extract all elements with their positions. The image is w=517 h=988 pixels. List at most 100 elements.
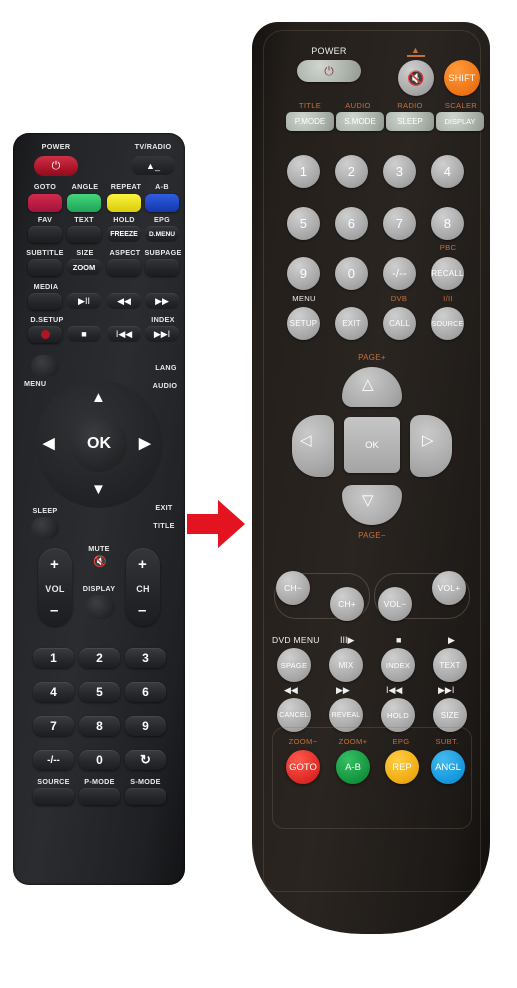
- ok-button[interactable]: OK: [71, 416, 127, 472]
- channel-up[interactable]: +: [138, 557, 147, 572]
- channel-down[interactable]: –: [138, 603, 146, 618]
- fav-button[interactable]: [28, 226, 62, 243]
- dpad-left[interactable]: [292, 415, 334, 477]
- text-button[interactable]: TEXT: [433, 648, 467, 682]
- volume-up-button[interactable]: VOL+: [432, 571, 466, 605]
- dmenu-button[interactable]: D.MENU: [145, 226, 179, 242]
- mute-icon[interactable]: 🔇: [93, 555, 107, 568]
- dpad[interactable]: OK △ ◁ ▷ ▽: [292, 367, 452, 527]
- num-4[interactable]: 4: [33, 682, 74, 702]
- index-button[interactable]: INDEX: [381, 648, 415, 682]
- fav-label: FAV: [37, 215, 53, 224]
- num-6[interactable]: 6: [335, 207, 368, 240]
- num-9[interactable]: 9: [287, 257, 320, 290]
- rewind-button[interactable]: ◀◀: [107, 293, 141, 309]
- num-5[interactable]: 5: [287, 207, 320, 240]
- num-2[interactable]: 2: [335, 155, 368, 188]
- num-6[interactable]: 6: [125, 682, 166, 702]
- color-button-blue[interactable]: [145, 194, 179, 212]
- rep-button[interactable]: REP: [385, 750, 419, 784]
- color-button-yellow[interactable]: [107, 194, 141, 212]
- source-button[interactable]: SOURCE: [431, 307, 464, 340]
- spage-button[interactable]: SPAGE: [277, 648, 311, 682]
- ab-button[interactable]: A-B: [336, 750, 370, 784]
- goto-button[interactable]: GOTO: [286, 750, 320, 784]
- next-button[interactable]: ▶▶I: [145, 326, 179, 342]
- num-1[interactable]: 1: [33, 648, 74, 668]
- smode-button[interactable]: S.MODE: [336, 112, 384, 131]
- sleep-button[interactable]: SLEEP: [386, 112, 434, 131]
- play-pause-button[interactable]: ▶II: [67, 293, 101, 309]
- aspect-button[interactable]: [107, 259, 141, 276]
- menu-button[interactable]: [31, 355, 59, 377]
- subtitle-button[interactable]: [28, 259, 62, 276]
- num-9[interactable]: 9: [125, 716, 166, 736]
- num-7[interactable]: 7: [383, 207, 416, 240]
- num-3[interactable]: 3: [383, 155, 416, 188]
- num-3[interactable]: 3: [125, 648, 166, 668]
- color-button-red[interactable]: [28, 194, 62, 212]
- mute-button[interactable]: 🔇: [398, 60, 434, 96]
- power-button[interactable]: ⏻: [297, 60, 361, 82]
- shift-button[interactable]: SHIFT: [444, 60, 480, 96]
- dpad-right[interactable]: ▶: [139, 436, 151, 451]
- record-button[interactable]: [28, 326, 62, 343]
- subpage-button[interactable]: [145, 259, 179, 276]
- pmode-button[interactable]: P.MODE: [286, 112, 334, 131]
- dpad-down[interactable]: ▼: [91, 482, 106, 497]
- fast-forward-button[interactable]: ▶▶: [145, 293, 179, 309]
- recall-button[interactable]: ↻: [125, 750, 166, 770]
- smode-button[interactable]: [125, 788, 166, 805]
- display-button[interactable]: [85, 595, 115, 619]
- num-dash[interactable]: -/--: [383, 257, 416, 290]
- call-button[interactable]: CALL: [383, 307, 416, 340]
- num-4[interactable]: 4: [431, 155, 464, 188]
- dpad-left[interactable]: ◀: [43, 436, 55, 451]
- volume-up[interactable]: +: [50, 557, 59, 572]
- angl-button[interactable]: ANGL: [431, 750, 465, 784]
- num-5[interactable]: 5: [79, 682, 120, 702]
- ok-button[interactable]: OK: [344, 417, 400, 473]
- num-8[interactable]: 8: [431, 207, 464, 240]
- media-button[interactable]: [28, 293, 62, 310]
- freeze-button[interactable]: FREEZE: [107, 226, 141, 242]
- up-arrow-icon: △: [362, 376, 374, 393]
- right-arrow-icon: ▷: [422, 432, 434, 449]
- setup-button[interactable]: SETUP: [287, 307, 320, 340]
- num-2[interactable]: 2: [79, 648, 120, 668]
- source-label: SOURCE: [37, 777, 70, 786]
- eject-button[interactable]: ▲_: [131, 156, 175, 175]
- zoom-button[interactable]: ZOOM: [67, 259, 101, 275]
- source-button[interactable]: [33, 788, 74, 805]
- title-label: TITLE: [153, 521, 175, 530]
- num-8[interactable]: 8: [79, 716, 120, 736]
- red-right-arrow: [185, 496, 247, 552]
- power-button[interactable]: ⏻: [34, 156, 78, 176]
- channel-down-button[interactable]: CH−: [276, 571, 310, 605]
- repeat-label: REPEAT: [110, 182, 142, 191]
- channel-up-button[interactable]: CH+: [330, 587, 364, 621]
- dpad[interactable]: ▲ ◀ ▶ ▼ OK: [35, 380, 163, 508]
- previous-button[interactable]: I◀◀: [107, 326, 141, 342]
- pmode-button[interactable]: [79, 788, 120, 805]
- volume-down-button[interactable]: VOL−: [378, 587, 412, 621]
- goto-label: GOTO: [33, 182, 57, 191]
- mix-button[interactable]: MIX: [329, 648, 363, 682]
- num-1[interactable]: 1: [287, 155, 320, 188]
- rewind-icon: ◀◀: [284, 685, 298, 695]
- volume-down[interactable]: –: [50, 603, 58, 618]
- text-button[interactable]: [67, 226, 101, 243]
- page-plus-label: PAGE+: [358, 353, 386, 362]
- power-icon: ⏻: [51, 159, 61, 172]
- color-button-green[interactable]: [67, 194, 101, 212]
- dpad-up[interactable]: ▲: [91, 390, 106, 405]
- exit-button[interactable]: EXIT: [335, 307, 368, 340]
- display-button[interactable]: DISPLAY: [436, 112, 484, 131]
- num-0[interactable]: 0: [79, 750, 120, 770]
- recall-button[interactable]: RECALL: [431, 257, 464, 290]
- num-7[interactable]: 7: [33, 716, 74, 736]
- sleep-button[interactable]: [31, 517, 59, 539]
- stop-button[interactable]: ■: [67, 326, 101, 342]
- num-dash[interactable]: -/--: [33, 750, 74, 770]
- num-0[interactable]: 0: [335, 257, 368, 290]
